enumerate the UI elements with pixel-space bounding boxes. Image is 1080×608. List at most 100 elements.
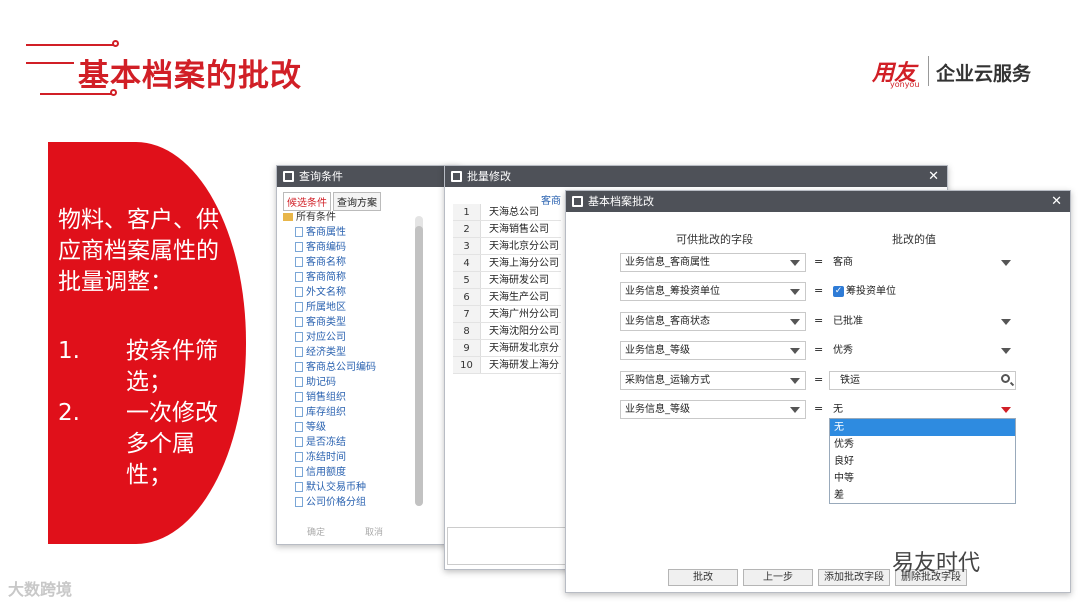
field-select[interactable]: 业务信息_客商属性 bbox=[620, 253, 806, 272]
cancel-button[interactable]: 取消 bbox=[365, 525, 383, 538]
tree-item[interactable]: 对应公司 bbox=[283, 330, 376, 345]
tree-item[interactable]: 客商编码 bbox=[283, 240, 376, 255]
row-name: 天海总公司 bbox=[489, 207, 539, 218]
row-number: 9 bbox=[453, 340, 481, 356]
condition-tree: 所有条件 客商属性 客商编码 客商名称 客商简称 外文名称 所属地区 客商类型 … bbox=[283, 210, 376, 510]
close-icon[interactable]: ✕ bbox=[928, 166, 939, 187]
dialog-titlebar[interactable]: 基本档案批改 ✕ bbox=[566, 191, 1070, 212]
chevron-down-icon bbox=[790, 260, 800, 266]
dropdown-option[interactable]: 中等 bbox=[830, 470, 1015, 487]
row-number: 7 bbox=[453, 306, 481, 322]
table-row[interactable]: 7 天海广州分公司 bbox=[453, 306, 561, 323]
value-select-value: 客商 bbox=[833, 257, 853, 268]
tree-item[interactable]: 助记码 bbox=[283, 375, 376, 390]
tree-scrollbar[interactable] bbox=[415, 216, 423, 506]
tab-query-scheme[interactable]: 查询方案 bbox=[333, 192, 381, 211]
row-name: 天海销售公司 bbox=[489, 224, 549, 235]
value-select[interactable]: 优秀 bbox=[829, 341, 1016, 360]
batch-window-titlebar[interactable]: 批量修改 ✕ bbox=[445, 166, 947, 187]
close-icon[interactable]: ✕ bbox=[1051, 191, 1062, 212]
table-row[interactable]: 6 天海生产公司 bbox=[453, 289, 561, 306]
window-icon bbox=[451, 171, 462, 182]
field-select-value: 业务信息_筹投资单位 bbox=[625, 286, 720, 297]
brand-logo-sub: yonyou bbox=[890, 80, 920, 89]
table-row[interactable]: 8 天海沈阳分公司 bbox=[453, 323, 561, 340]
tree-item[interactable]: 默认交易币种 bbox=[283, 480, 376, 495]
field-select[interactable]: 采购信息_运输方式 bbox=[620, 371, 806, 390]
dropdown-option[interactable]: 差 bbox=[830, 487, 1015, 504]
value-select[interactable]: 客商 bbox=[829, 253, 1016, 272]
tree-item[interactable]: 信用额度 bbox=[283, 465, 376, 480]
equals-sign: = bbox=[814, 284, 824, 297]
tree-item[interactable]: 公司价格分组 bbox=[283, 495, 376, 510]
query-window-title: 查询条件 bbox=[299, 170, 343, 183]
tree-item[interactable]: 等级 bbox=[283, 420, 376, 435]
row-name: 天海沈阳分公司 bbox=[489, 326, 559, 337]
value-select-value: 已批准 bbox=[833, 316, 863, 327]
tab-candidate-conditions[interactable]: 候选条件 bbox=[283, 192, 331, 211]
scrollbar-thumb[interactable] bbox=[415, 226, 423, 506]
row-name: 天海广州分公司 bbox=[489, 309, 559, 320]
table-row[interactable]: 9 天海研发北京分 bbox=[453, 340, 561, 357]
table-row[interactable]: 4 天海上海分公司 bbox=[453, 255, 561, 272]
tree-item[interactable]: 客商属性 bbox=[283, 225, 376, 240]
tree-item[interactable]: 客商名称 bbox=[283, 255, 376, 270]
tree-item[interactable]: 经济类型 bbox=[283, 345, 376, 360]
table-row[interactable]: 5 天海研发公司 bbox=[453, 272, 561, 289]
chevron-down-icon bbox=[1001, 260, 1011, 266]
field-select[interactable]: 业务信息_等级 bbox=[620, 341, 806, 360]
query-window-titlebar[interactable]: 查询条件 bbox=[277, 166, 459, 187]
equals-sign: = bbox=[814, 402, 824, 415]
equals-sign: = bbox=[814, 343, 824, 356]
row-number: 10 bbox=[453, 357, 481, 373]
row-number: 3 bbox=[453, 238, 481, 254]
field-select-value: 业务信息_客商状态 bbox=[625, 316, 710, 327]
value-checkbox[interactable]: ✓ 筹投资单位 bbox=[829, 282, 1016, 301]
checkbox-checked-icon[interactable]: ✓ bbox=[833, 285, 844, 297]
value-search-text: 铁运 bbox=[840, 375, 860, 386]
field-select[interactable]: 业务信息_筹投资单位 bbox=[620, 282, 806, 301]
field-select[interactable]: 业务信息_客商状态 bbox=[620, 312, 806, 331]
row-number: 1 bbox=[453, 204, 481, 220]
row-name: 天海生产公司 bbox=[489, 292, 549, 303]
search-icon[interactable] bbox=[1001, 374, 1010, 383]
row-number: 8 bbox=[453, 323, 481, 339]
row-name: 天海研发北京分 bbox=[489, 343, 559, 354]
table-row[interactable]: 10 天海研发上海分 bbox=[453, 357, 561, 374]
tree-root[interactable]: 所有条件 bbox=[283, 210, 376, 225]
brand-divider bbox=[928, 56, 929, 86]
tree-item[interactable]: 客商总公司编码 bbox=[283, 360, 376, 375]
dropdown-option[interactable]: 无 bbox=[830, 419, 1015, 436]
field-select-value: 采购信息_运输方式 bbox=[625, 375, 710, 386]
query-bottom-buttons: 确定 取消 bbox=[307, 525, 383, 538]
table-row[interactable]: 1 天海总公司 bbox=[453, 204, 561, 221]
apply-batch-edit-button[interactable]: 批改 bbox=[668, 569, 738, 586]
tree-item[interactable]: 客商简称 bbox=[283, 270, 376, 285]
chevron-down-icon bbox=[790, 319, 800, 325]
tree-item[interactable]: 所属地区 bbox=[283, 300, 376, 315]
list-item-text: 按条件筛选； bbox=[126, 338, 218, 395]
tree-item[interactable]: 库存组织 bbox=[283, 405, 376, 420]
row-number: 6 bbox=[453, 289, 481, 305]
ok-button[interactable]: 确定 bbox=[307, 525, 325, 538]
tree-item[interactable]: 冻结时间 bbox=[283, 450, 376, 465]
chevron-down-icon bbox=[1001, 407, 1011, 413]
tree-item[interactable]: 销售组织 bbox=[283, 390, 376, 405]
value-select-open[interactable]: 无 bbox=[829, 400, 1016, 419]
table-row[interactable]: 3 天海北京分公司 bbox=[453, 238, 561, 255]
batch-window-title: 批量修改 bbox=[467, 170, 511, 183]
dropdown-option[interactable]: 良好 bbox=[830, 453, 1015, 470]
field-select[interactable]: 业务信息_等级 bbox=[620, 400, 806, 419]
row-name: 天海北京分公司 bbox=[489, 241, 559, 252]
value-search-input[interactable]: 铁运 bbox=[829, 371, 1016, 390]
add-field-button[interactable]: 添加批改字段 bbox=[818, 569, 890, 586]
row-number: 4 bbox=[453, 255, 481, 271]
equals-sign: = bbox=[814, 255, 824, 268]
value-select[interactable]: 已批准 bbox=[829, 312, 1016, 331]
previous-step-button[interactable]: 上一步 bbox=[743, 569, 813, 586]
dropdown-option[interactable]: 优秀 bbox=[830, 436, 1015, 453]
tree-item[interactable]: 客商类型 bbox=[283, 315, 376, 330]
table-row[interactable]: 2 天海销售公司 bbox=[453, 221, 561, 238]
tree-item[interactable]: 外文名称 bbox=[283, 285, 376, 300]
tree-item[interactable]: 是否冻结 bbox=[283, 435, 376, 450]
